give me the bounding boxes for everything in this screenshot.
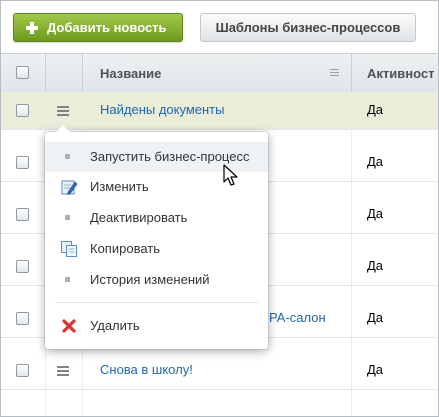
- add-news-button[interactable]: Добавить новость: [13, 13, 183, 42]
- edit-icon: [60, 178, 78, 196]
- row-active-value: Да: [367, 206, 384, 221]
- row-active-value: Да: [367, 258, 384, 273]
- bullet-icon: [65, 277, 70, 282]
- plus-icon: [26, 21, 38, 34]
- table-header: Название Активност: [1, 53, 438, 93]
- menu-item-deactivate[interactable]: Деактивировать: [45, 203, 268, 233]
- row-title-link[interactable]: Найдены документы: [100, 102, 224, 117]
- row-title-link[interactable]: РА-салон: [269, 310, 326, 325]
- bullet-icon: [65, 154, 70, 159]
- row-checkbox[interactable]: [16, 260, 29, 273]
- menu-item-label: Изменить: [90, 179, 149, 194]
- header-divider: [82, 54, 83, 92]
- row-checkbox[interactable]: [16, 208, 29, 221]
- menu-item-label: Деактивировать: [90, 210, 188, 225]
- row-active-value: Да: [367, 310, 384, 325]
- bp-templates-button[interactable]: Шаблоны бизнес-процессов: [200, 13, 416, 42]
- menu-item-label: Копировать: [90, 241, 160, 256]
- row-title-link[interactable]: Снова в школу!: [100, 362, 193, 377]
- add-news-label: Добавить новость: [47, 20, 167, 35]
- row-menu-icon[interactable]: [57, 366, 69, 376]
- menu-item-label: Удалить: [90, 318, 140, 333]
- column-header-name[interactable]: Название: [100, 66, 161, 81]
- row-active-value: Да: [367, 102, 384, 117]
- copy-icon: [60, 240, 78, 258]
- menu-item-copy[interactable]: Копировать: [45, 234, 268, 264]
- delete-icon: [60, 317, 78, 335]
- header-divider: [45, 54, 46, 92]
- row-checkbox[interactable]: [16, 104, 29, 117]
- table-row[interactable]: Снова в школу! Да: [1, 352, 438, 390]
- menu-item-label: Запустить бизнес-процесс: [90, 149, 250, 164]
- select-all-checkbox[interactable]: [16, 66, 29, 79]
- bullet-icon: [65, 215, 70, 220]
- column-settings-icon[interactable]: [330, 69, 339, 76]
- menu-item-delete[interactable]: Удалить: [45, 311, 268, 341]
- menu-item-history[interactable]: История изменений: [45, 265, 268, 295]
- menu-separator: [55, 302, 258, 303]
- column-header-active[interactable]: Активност: [367, 66, 434, 81]
- row-menu-icon[interactable]: [57, 106, 69, 116]
- row-active-value: Да: [367, 154, 384, 169]
- row-checkbox[interactable]: [16, 312, 29, 325]
- menu-item-label: История изменений: [90, 272, 210, 287]
- mouse-cursor-icon: [223, 164, 238, 186]
- row-active-value: Да: [367, 362, 384, 377]
- news-list-panel: Добавить новость Шаблоны бизнес-процессо…: [0, 0, 439, 417]
- row-checkbox[interactable]: [16, 156, 29, 169]
- row-checkbox[interactable]: [16, 364, 29, 377]
- header-divider: [351, 54, 352, 92]
